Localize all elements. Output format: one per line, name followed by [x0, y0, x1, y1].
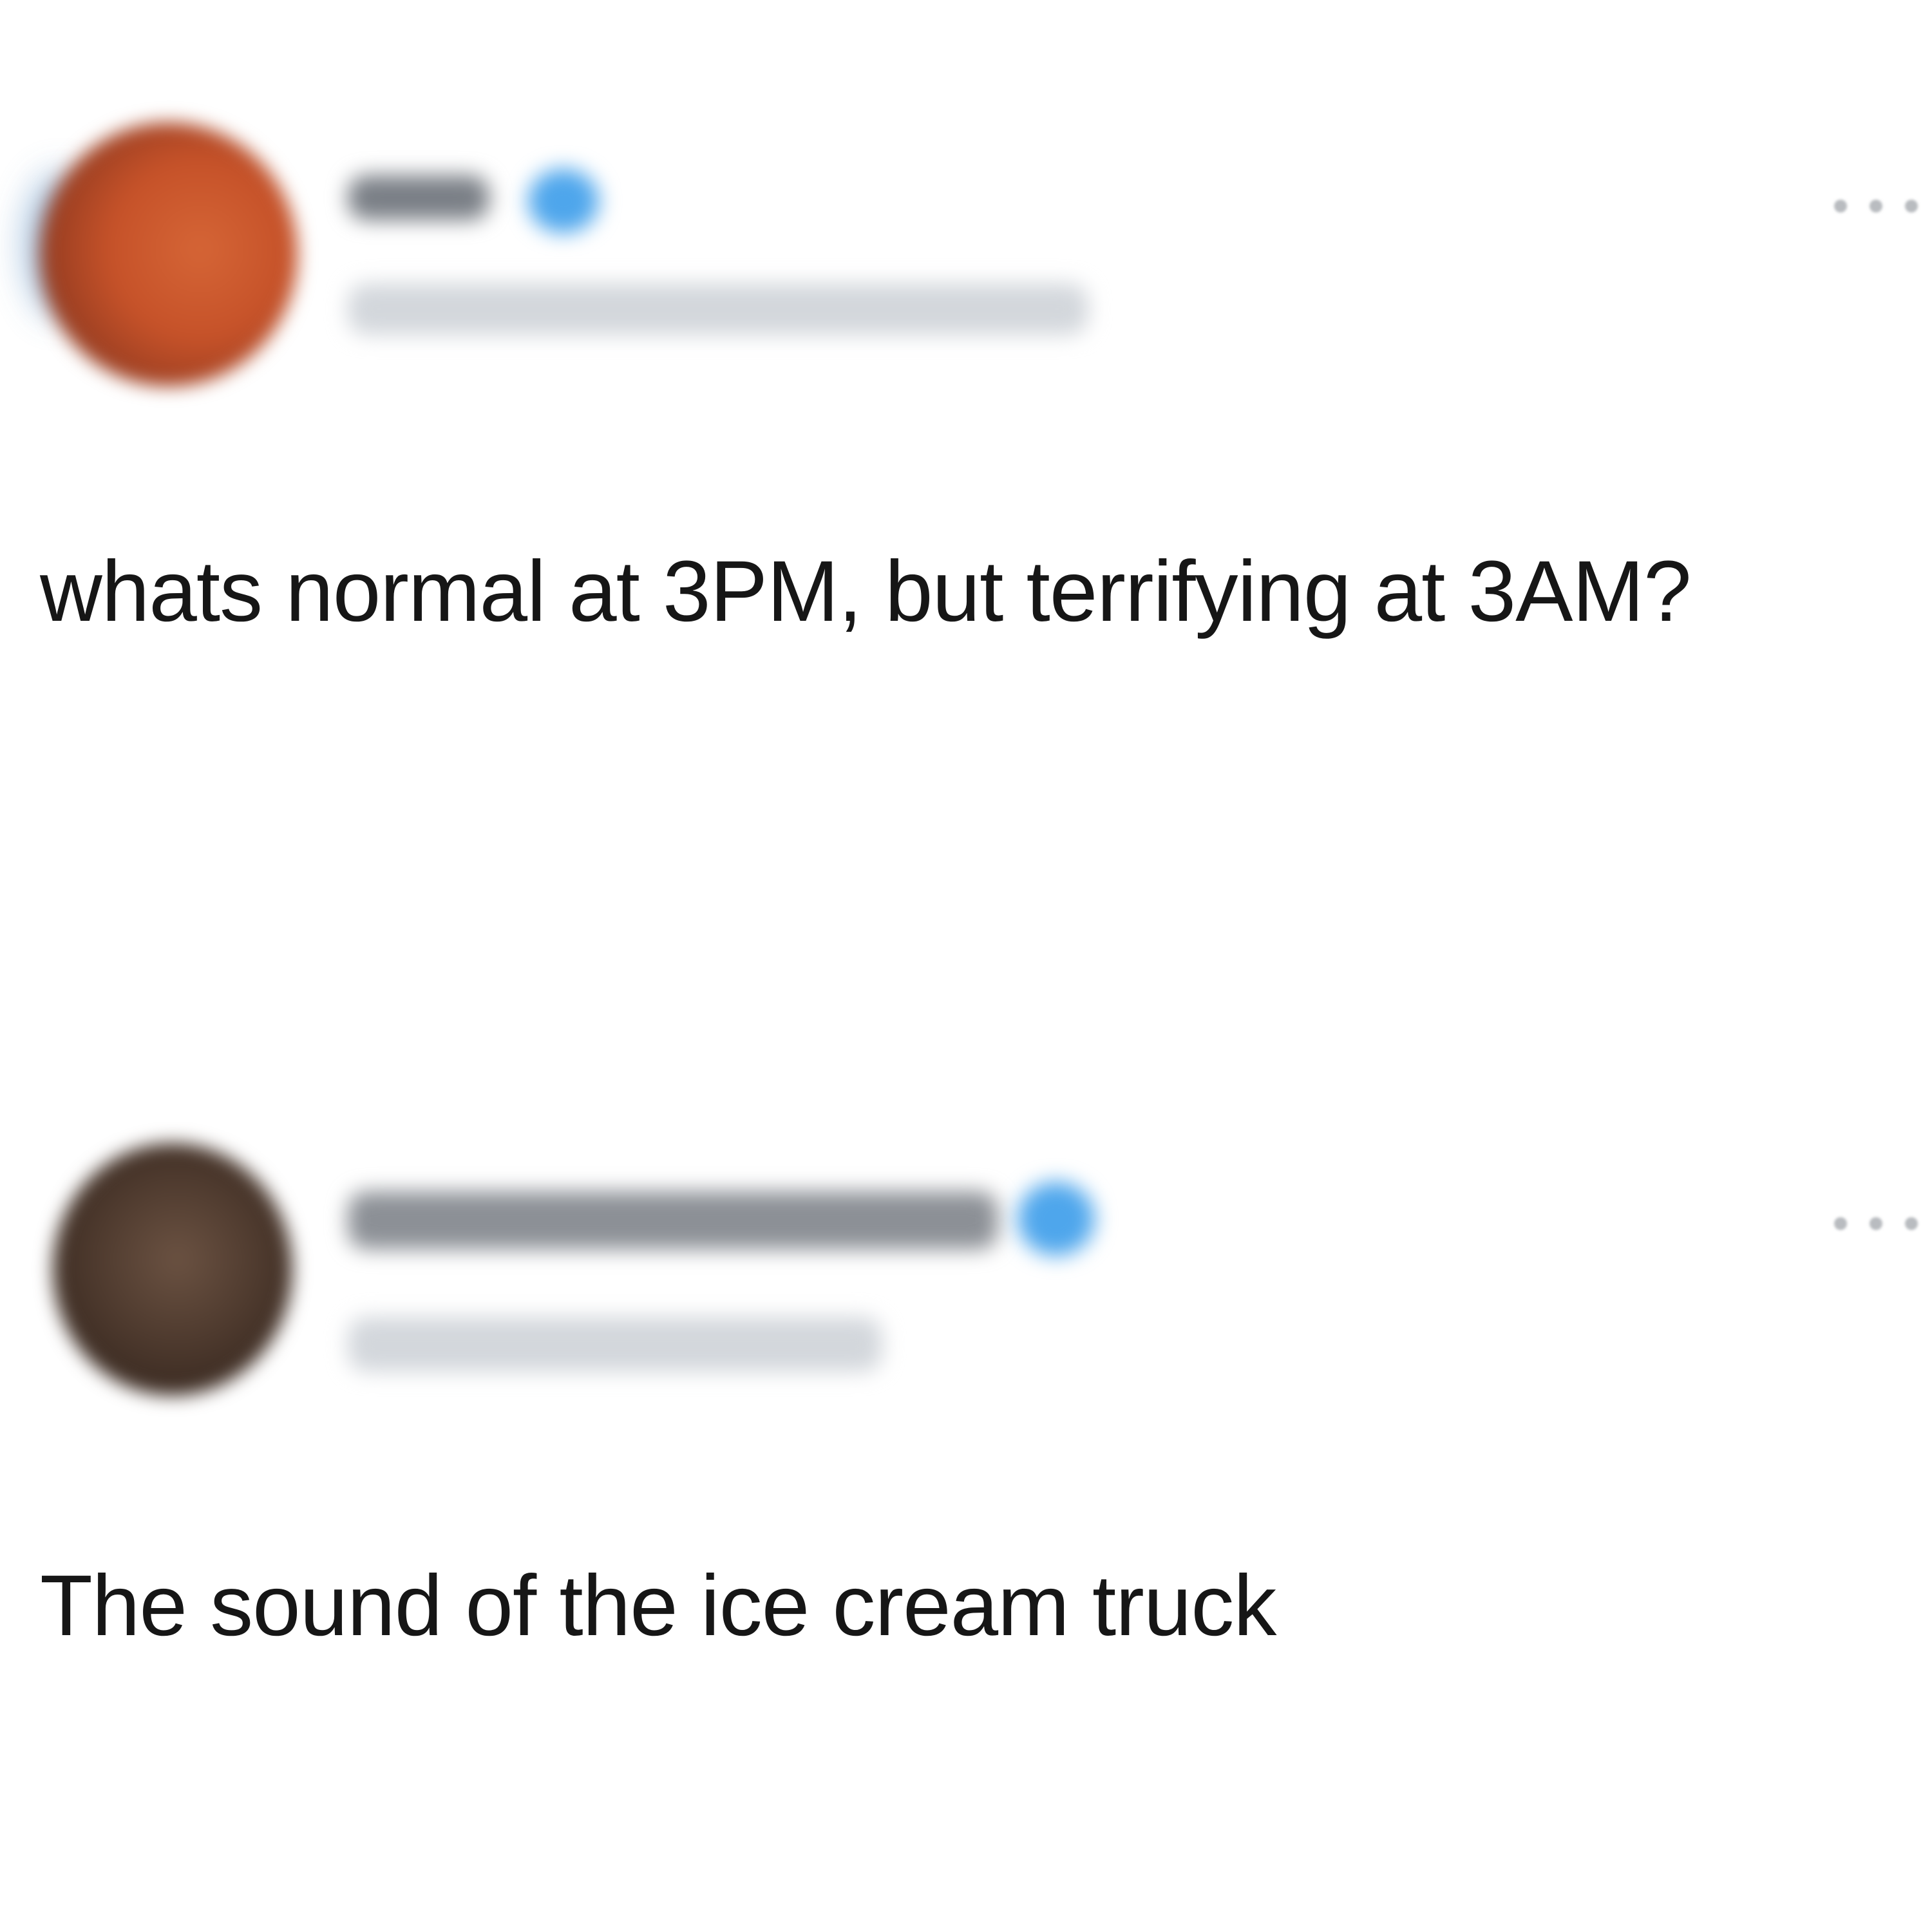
author-name-redacted[interactable]	[348, 1191, 998, 1249]
more-horizontal-icon	[1905, 200, 1918, 213]
author-name-redacted[interactable]	[348, 175, 489, 220]
screenshot: { "posts": [ { "author_display_name": ""…	[0, 0, 1932, 1932]
more-horizontal-icon	[1870, 200, 1882, 213]
verified-badge-icon	[528, 169, 599, 233]
post-text: whats normal at 3PM, but terrifying at 3…	[40, 544, 1692, 639]
post-text: The sound of the ice cream truck	[40, 1558, 1276, 1654]
verified-badge-icon	[1018, 1182, 1095, 1256]
more-horizontal-icon	[1834, 1217, 1847, 1230]
avatar[interactable]	[53, 1143, 292, 1396]
more-options-button[interactable]	[1834, 1204, 1918, 1243]
more-options-button[interactable]	[1834, 187, 1918, 225]
author-handle-redacted[interactable]	[348, 283, 1088, 335]
author-handle-redacted[interactable]	[348, 1317, 882, 1372]
more-horizontal-icon	[1905, 1217, 1918, 1230]
avatar[interactable]	[40, 122, 298, 386]
more-horizontal-icon	[1870, 1217, 1882, 1230]
more-horizontal-icon	[1834, 200, 1847, 213]
